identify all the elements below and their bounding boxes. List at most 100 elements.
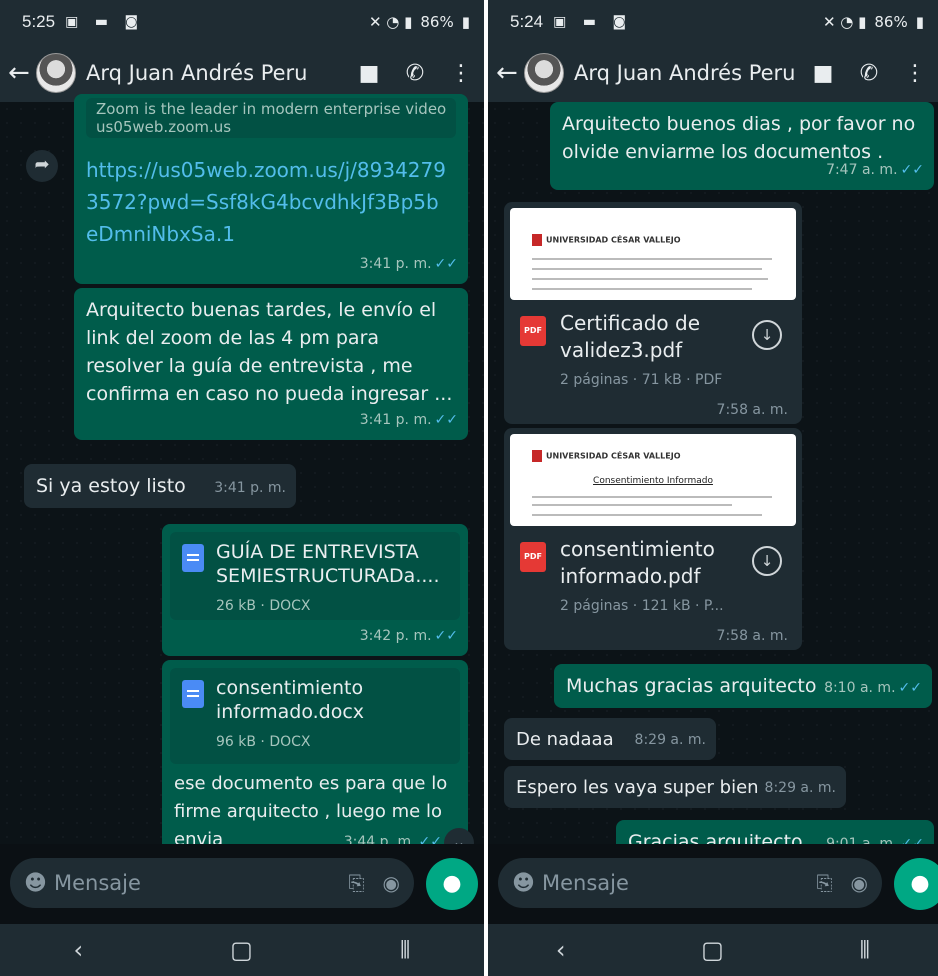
pdf-icon: PDF	[520, 316, 546, 346]
message-input[interactable]: ☻ Mensaje ⎘ ◉	[10, 858, 414, 908]
mic-icon[interactable]: ●	[894, 858, 938, 910]
link-preview[interactable]: Zoom is the leader in modern enterprise …	[86, 98, 456, 138]
message-bubble-in[interactable]: De nadaaa 8:29 a. m.	[504, 718, 716, 760]
pdf-details: 2 páginas · 71 kB · PDF	[560, 372, 723, 388]
pdf-icon: PDF	[520, 542, 546, 572]
back-arrow-icon[interactable]: ←	[8, 58, 36, 88]
status-bar: 5:24 ▣ ▬ ◙ ✕ ◔ ▮ 86% ▮	[488, 0, 938, 44]
camera-icon[interactable]: ◉	[383, 871, 400, 895]
download-icon[interactable]: ↓	[752, 546, 782, 576]
message-bubble-out[interactable]: Arquitecto buenas tardes, le envío el li…	[74, 288, 468, 440]
attach-icon[interactable]: ⎘	[817, 871, 833, 895]
message-bubble-in[interactable]: Espero les vaya super bien 8:29 a. m.	[504, 766, 846, 808]
read-receipt-icon: ✓✓	[434, 628, 458, 644]
message-bubble-out[interactable]: Muchas gracias arquitecto 8:10 a. m. ✓✓	[554, 664, 932, 708]
message-placeholder[interactable]: Mensaje	[542, 871, 799, 895]
document-info: 96 kB · DOCX	[216, 734, 311, 750]
message-time: 3:41 p. m.	[214, 480, 286, 496]
document-card[interactable]: GUÍA DE ENTREVISTA SEMIESTRUCTURADa.... …	[170, 532, 460, 620]
status-time: 5:25	[22, 12, 56, 31]
message-time: 3:42 p. m. ✓✓	[359, 628, 458, 644]
emoji-icon[interactable]: ☻	[512, 871, 542, 896]
university-logo: UNIVERSIDAD CÉSAR VALLEJO	[532, 234, 681, 246]
document-message[interactable]: GUÍA DE ENTREVISTA SEMIESTRUCTURADa.... …	[162, 524, 468, 656]
document-icon	[182, 544, 204, 572]
pdf-message[interactable]: UNIVERSIDAD CÉSAR VALLEJO PDF Certificad…	[504, 202, 802, 424]
nav-back-icon[interactable]: ‹	[74, 936, 84, 964]
nav-recents-icon[interactable]: ⦀	[400, 936, 411, 964]
battery-icon: ▮	[915, 13, 924, 31]
forward-icon[interactable]: ➦	[26, 150, 58, 182]
link-preview-title: Zoom is the leader in modern enterprise …	[96, 100, 446, 118]
pdf-thumbnail[interactable]: UNIVERSIDAD CÉSAR VALLEJO	[510, 208, 796, 300]
notification-icons: ▣ ▬ ◙	[65, 14, 145, 30]
message-bubble-out[interactable]: Arquitecto buenos dias , por favor no ol…	[550, 102, 934, 190]
signal-icon: ✕ ◔ ▮	[368, 13, 413, 31]
system-nav-bar: ‹ ▢ ⦀	[0, 924, 484, 976]
message-time: 8:10 a. m. ✓✓	[824, 680, 922, 696]
message-time: 3:41 p. m. ✓✓	[359, 256, 458, 272]
phone-call-icon[interactable]: ✆	[846, 61, 892, 86]
message-placeholder[interactable]: Mensaje	[54, 871, 331, 895]
battery-icon: ▮	[461, 13, 470, 31]
signal-icon: ✕ ◔ ▮	[822, 13, 867, 31]
pdf-info: PDF consentimiento informado.pdf 2 págin…	[510, 526, 796, 622]
document-message[interactable]: consentimiento informado.docx 96 kB · DO…	[162, 660, 468, 862]
nav-home-icon[interactable]: ▢	[701, 936, 724, 964]
link-message[interactable]: Zoom is the leader in modern enterprise …	[74, 94, 468, 284]
pdf-info: PDF Certificado de validez3.pdf 2 página…	[510, 300, 796, 396]
more-menu-icon[interactable]: ⋮	[892, 61, 938, 86]
camera-icon[interactable]: ◉	[851, 871, 868, 895]
pdf-message[interactable]: UNIVERSIDAD CÉSAR VALLEJO Consentimiento…	[504, 428, 802, 650]
phone-call-icon[interactable]: ✆	[392, 61, 438, 86]
message-time: 7:47 a. m. ✓✓	[826, 162, 924, 178]
more-menu-icon[interactable]: ⋮	[438, 61, 484, 86]
pdf-details: 2 páginas · 121 kB · P...	[560, 598, 724, 614]
status-bar: 5:25 ▣ ▬ ◙ ✕ ◔ ▮ 86% ▮	[0, 0, 484, 44]
avatar[interactable]	[36, 53, 76, 93]
video-call-icon[interactable]: ■	[800, 61, 846, 86]
pdf-name: Certificado de validez3.pdf	[560, 311, 701, 362]
document-name: consentimiento informado.docx	[216, 677, 365, 723]
link-preview-domain: us05web.zoom.us	[96, 118, 232, 136]
document-info: 26 kB · DOCX	[216, 598, 311, 614]
attach-icon[interactable]: ⎘	[349, 871, 365, 895]
notification-icons: ▣ ▬ ◙	[553, 14, 633, 30]
composer: ☻ Mensaje ⎘ ◉ ●	[488, 844, 938, 924]
document-card[interactable]: consentimiento informado.docx 96 kB · DO…	[170, 668, 460, 764]
back-arrow-icon[interactable]: ←	[496, 58, 524, 88]
message-time: 8:29 a. m.	[634, 732, 706, 748]
message-text: Si ya estoy listo	[36, 475, 186, 497]
status-time: 5:24	[510, 12, 544, 31]
message-input[interactable]: ☻ Mensaje ⎘ ◉	[498, 858, 882, 908]
read-receipt-icon: ✓✓	[898, 680, 922, 696]
pdf-thumbnail-title: Consentimiento Informado	[593, 476, 713, 486]
download-icon[interactable]: ↓	[752, 320, 782, 350]
chat-area[interactable]: Zoom is the leader in modern enterprise …	[0, 94, 484, 862]
message-text: Muchas gracias arquitecto	[566, 675, 817, 697]
zoom-link[interactable]: https://us05web.zoom.us/j/89342793572?pw…	[86, 154, 446, 250]
nav-home-icon[interactable]: ▢	[230, 936, 253, 964]
contact-name[interactable]: Arq Juan Andrés Peru	[574, 61, 800, 85]
composer: ☻ Mensaje ⎘ ◉ ●	[0, 844, 484, 924]
nav-recents-icon[interactable]: ⦀	[860, 936, 871, 964]
message-text: Arquitecto buenas tardes, le envío el li…	[86, 299, 453, 405]
avatar[interactable]	[524, 53, 564, 93]
battery-text: 86%	[420, 13, 454, 31]
message-time: 7:58 a. m.	[716, 402, 788, 418]
chat-area[interactable]: Arquitecto buenos dias , por favor no ol…	[488, 102, 938, 864]
message-time: 8:29 a. m.	[764, 780, 836, 796]
document-icon	[182, 680, 204, 708]
message-time: 3:41 p. m. ✓✓	[359, 412, 458, 428]
message-bubble-in[interactable]: Si ya estoy listo 3:41 p. m.	[24, 464, 296, 508]
mic-icon[interactable]: ●	[426, 858, 478, 910]
read-receipt-icon: ✓✓	[434, 256, 458, 272]
status-right: ✕ ◔ ▮ 86% ▮	[369, 13, 470, 31]
video-call-icon[interactable]: ■	[346, 61, 392, 86]
message-text: De nadaaa	[516, 729, 614, 750]
emoji-icon[interactable]: ☻	[24, 871, 54, 896]
pdf-thumbnail[interactable]: UNIVERSIDAD CÉSAR VALLEJO Consentimiento…	[510, 434, 796, 526]
contact-name[interactable]: Arq Juan Andrés Peru	[86, 61, 346, 85]
university-logo: UNIVERSIDAD CÉSAR VALLEJO	[532, 450, 681, 462]
nav-back-icon[interactable]: ‹	[556, 936, 566, 964]
